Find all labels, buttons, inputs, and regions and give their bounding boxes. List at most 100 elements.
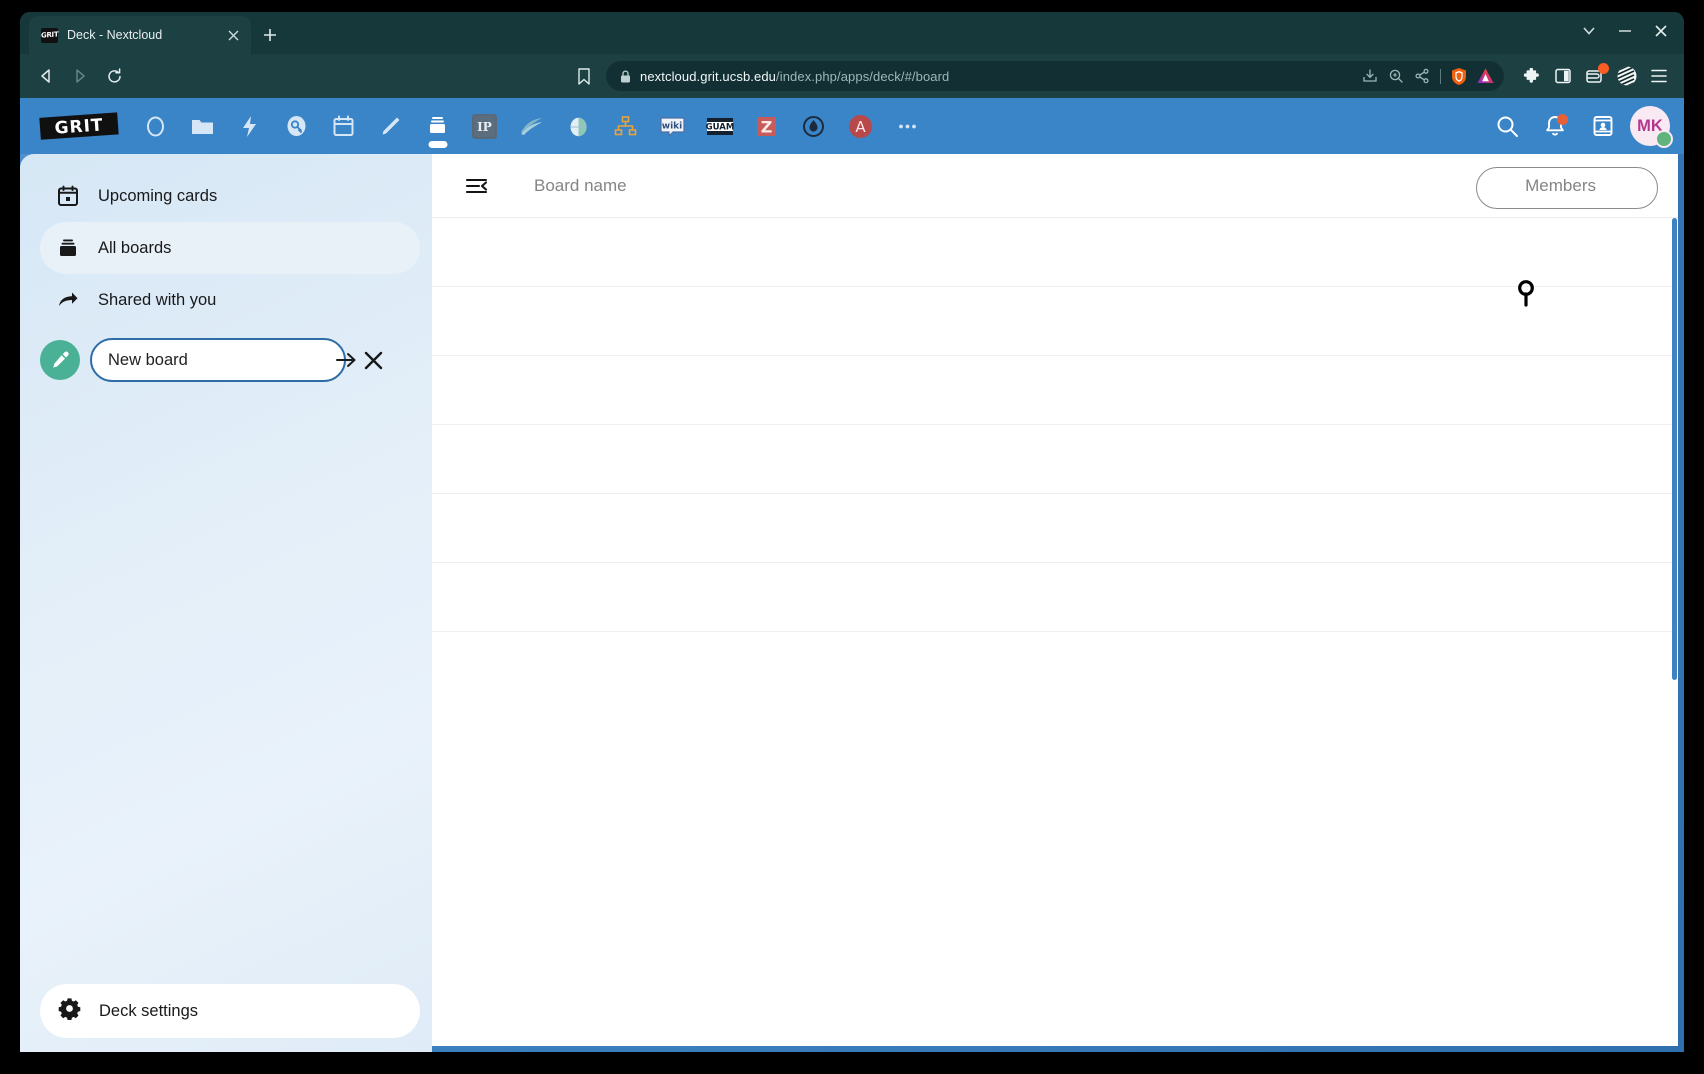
brave-leo-icon[interactable] (1472, 63, 1498, 89)
deck-sidebar: Upcoming cards All boards Shared with yo… (20, 154, 432, 1052)
nextcloud-app-menu: IP wiki GUAM Z A (132, 101, 931, 151)
app-icon-passwords[interactable] (273, 101, 320, 151)
close-window-icon[interactable] (1644, 16, 1678, 46)
app-icon-more[interactable] (884, 101, 931, 151)
nextcloud-header: GRIT IP wiki GUAM Z A MK (20, 98, 1684, 154)
minimize-window-icon[interactable] (1608, 16, 1642, 46)
tab-favicon-icon: GRIT (40, 27, 59, 43)
table-row[interactable] (432, 218, 1678, 287)
boards-icon (56, 237, 80, 259)
app-icon-a[interactable]: A (837, 101, 884, 151)
new-tab-icon[interactable] (255, 20, 285, 50)
svg-text:GRIT: GRIT (54, 115, 104, 138)
app-icon-ip[interactable]: IP (461, 101, 508, 151)
new-board-input-wrapper[interactable] (90, 338, 356, 382)
extensions-icon[interactable] (1516, 61, 1546, 91)
collapse-sidebar-icon[interactable] (458, 167, 496, 205)
app-icon-activity[interactable] (226, 101, 273, 151)
tab-search-icon[interactable] (1572, 16, 1606, 46)
sidebar-nav-list: Upcoming cards All boards Shared with yo… (40, 160, 420, 382)
table-row[interactable] (432, 563, 1678, 632)
back-icon[interactable] (30, 60, 62, 92)
share-icon[interactable] (1409, 63, 1435, 89)
tab-title: Deck - Nextcloud (67, 28, 163, 42)
share-arrow-icon (56, 289, 80, 311)
table-row[interactable] (432, 287, 1678, 356)
column-header-board-name: Board name (534, 175, 627, 195)
tab-favicon-label: GRIT (40, 30, 59, 40)
calendar-icon (56, 185, 80, 207)
url-text: nextcloud.grit.ucsb.edu/index.php/apps/d… (640, 68, 950, 84)
sidebar-item-label: All boards (98, 238, 172, 257)
browser-tab[interactable]: GRIT Deck - Nextcloud (29, 16, 251, 54)
deck-app-body: Upcoming cards All boards Shared with yo… (20, 154, 1684, 1052)
brave-shields-icon[interactable] (1446, 63, 1472, 89)
toolbar-divider (1440, 68, 1441, 84)
cancel-new-board-button[interactable] (356, 343, 390, 377)
lock-icon (620, 69, 631, 83)
svg-text:Z: Z (761, 117, 773, 136)
deck-settings-button[interactable]: Deck settings (40, 984, 420, 1038)
reload-icon[interactable] (98, 60, 130, 92)
svg-text:GUAM: GUAM (706, 122, 734, 132)
svg-text:IP: IP (477, 120, 492, 134)
scrollbar-thumb[interactable] (1672, 218, 1677, 680)
nextcloud-header-actions: MK (1486, 104, 1676, 148)
browser-window: GRIT Deck - Nextcloud nextcloud.grit.ucs… (20, 12, 1684, 1052)
sidebar-item-upcoming-cards[interactable]: Upcoming cards (40, 170, 420, 222)
address-bar[interactable]: nextcloud.grit.ucsb.edu/index.php/apps/d… (606, 61, 1504, 91)
nextcloud-page: GRIT IP wiki GUAM Z A MK Upcoming cards … (20, 98, 1684, 1052)
svg-text:wiki: wiki (662, 121, 682, 131)
sidebar-panel-icon[interactable] (1548, 61, 1578, 91)
brave-rewards-icon[interactable] (1612, 61, 1642, 91)
app-icon-dashboard[interactable] (132, 101, 179, 151)
browser-toolbar: nextcloud.grit.ucsb.edu/index.php/apps/d… (20, 54, 1684, 98)
app-icon-notes[interactable] (367, 101, 414, 151)
avatar-status-dot (1655, 130, 1673, 148)
table-row[interactable] (432, 494, 1678, 563)
search-icon[interactable] (1486, 104, 1528, 148)
deck-settings-label: Deck settings (99, 1001, 199, 1020)
svg-text:A: A (855, 118, 866, 136)
new-board-row (40, 330, 420, 382)
zoom-icon[interactable] (1383, 63, 1409, 89)
table-row[interactable] (432, 356, 1678, 425)
boards-table: Board name Members (432, 154, 1678, 1046)
grit-logo[interactable]: GRIT (38, 109, 122, 143)
sidebar-item-shared-with-you[interactable]: Shared with you (40, 274, 420, 326)
avatar[interactable]: MK (1630, 106, 1673, 148)
app-icon-guam[interactable]: GUAM (696, 101, 743, 151)
app-icon-wiki[interactable]: wiki (649, 101, 696, 151)
window-controls (1572, 16, 1678, 46)
column-header-members: Members (1525, 175, 1596, 195)
close-tab-icon[interactable] (223, 25, 243, 45)
boards-table-rows (432, 218, 1678, 680)
table-row[interactable] (432, 425, 1678, 494)
app-icon-flame[interactable] (790, 101, 837, 151)
browser-toolbar-right (1516, 61, 1674, 91)
color-picker-button[interactable] (40, 340, 80, 380)
notification-badge (1557, 114, 1568, 125)
forward-icon[interactable] (64, 60, 96, 92)
app-icon-z[interactable]: Z (743, 101, 790, 151)
scrollbar-track[interactable] (1671, 218, 1678, 680)
sidebar-item-label: Upcoming cards (98, 186, 218, 205)
app-icon-globe[interactable] (555, 101, 602, 151)
sidebar-item-all-boards[interactable]: All boards (40, 222, 420, 274)
app-icon-orgchart[interactable] (602, 101, 649, 151)
app-menu-icon[interactable] (1644, 61, 1674, 91)
app-icon-files[interactable] (179, 101, 226, 151)
wallet-icon[interactable] (1580, 61, 1610, 91)
app-icon-deck[interactable] (414, 101, 461, 151)
app-icon-calendar[interactable] (320, 101, 367, 151)
boards-table-header: Board name Members (432, 154, 1678, 218)
install-app-icon[interactable] (1357, 63, 1383, 89)
new-board-input[interactable] (108, 350, 328, 370)
notifications-bell-icon[interactable] (1534, 104, 1576, 148)
app-icon-waves[interactable] (508, 101, 555, 151)
bookmark-icon[interactable] (568, 60, 600, 92)
contacts-icon[interactable] (1582, 104, 1624, 148)
wallet-badge (1598, 63, 1609, 74)
tab-strip: GRIT Deck - Nextcloud (20, 12, 1684, 54)
